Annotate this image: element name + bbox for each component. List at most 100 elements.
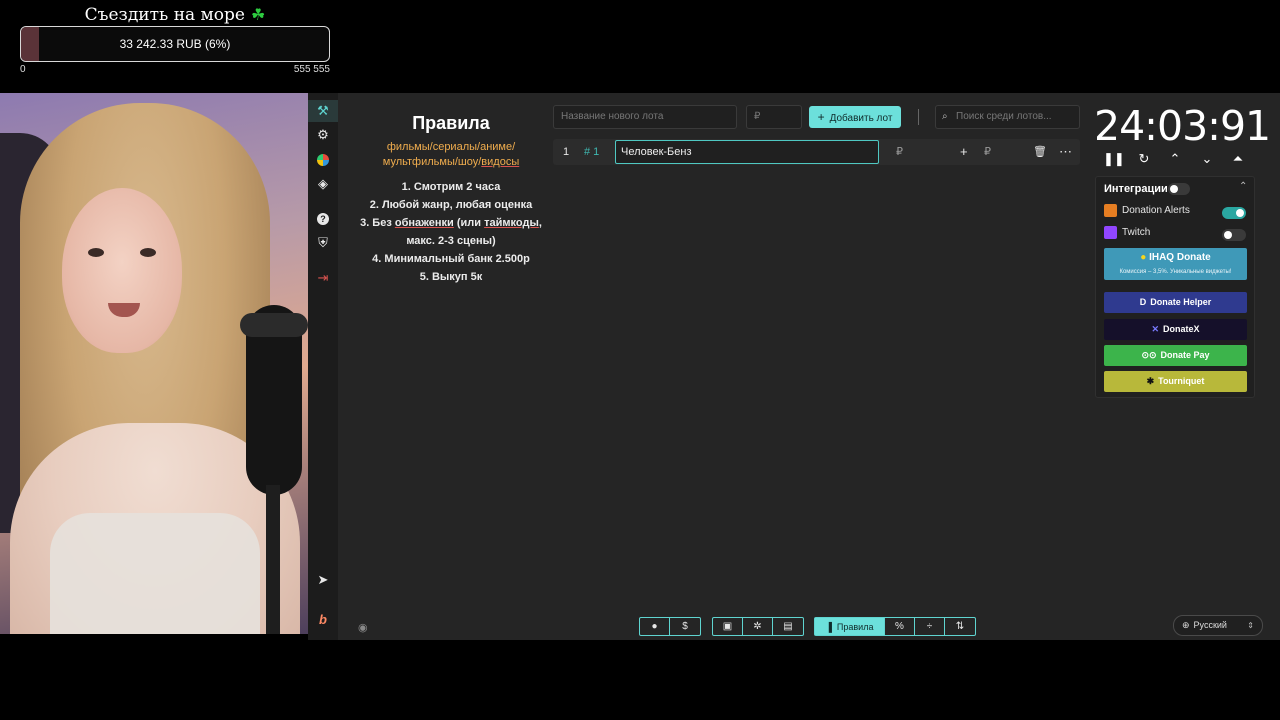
more-icon[interactable]: ⋯ bbox=[1059, 139, 1072, 165]
donatex-button[interactable]: ✕ DonateX bbox=[1104, 319, 1247, 340]
auction-app: ⚒ ⚙ ◈ ? ⛨ ⇥ ➤ b Правила фильмы/сериалы/а… bbox=[308, 93, 1280, 640]
toolbar-group-view: ▐ Правила % ÷ ⇅ bbox=[814, 617, 976, 636]
save-icon[interactable]: ▣ bbox=[713, 618, 743, 635]
goal-title-row: Съездить на море ☘ bbox=[20, 4, 330, 26]
lot-id: # 1 bbox=[584, 146, 600, 158]
stream-screen: Съездить на море ☘ 33 242.33 RUB (6%) 0 5… bbox=[0, 0, 1280, 720]
integrations-toggle[interactable] bbox=[1168, 183, 1190, 195]
chevron-down-icon[interactable]: ⌄ bbox=[1197, 150, 1217, 168]
rules-title: Правила bbox=[412, 113, 490, 133]
layers-icon[interactable]: ◈ bbox=[308, 173, 338, 195]
shield-icon[interactable]: ⛨ bbox=[308, 232, 338, 254]
reset-icon[interactable]: ↻ bbox=[1134, 150, 1154, 168]
pause-icon[interactable]: ❚❚ bbox=[1103, 150, 1125, 168]
wheel-icon[interactable] bbox=[308, 149, 338, 171]
select-arrows-icon: ⇕ bbox=[1247, 621, 1254, 630]
github-icon[interactable]: ● bbox=[640, 618, 670, 635]
service-label: Twitch bbox=[1122, 227, 1151, 238]
add-lot-label: Добавить лот bbox=[829, 113, 893, 124]
tourniquet-label: Tourniquet bbox=[1158, 376, 1205, 386]
twitch-toggle[interactable] bbox=[1222, 229, 1246, 241]
service-twitch: Twitch bbox=[1104, 226, 1150, 239]
add-lot-button[interactable]: + Добавить лот bbox=[809, 106, 901, 128]
ihaq-title: IHAQ Donate bbox=[1149, 252, 1211, 263]
lot-add-amount-input[interactable]: ₽ bbox=[984, 139, 991, 165]
eye-icon[interactable]: ◉ bbox=[358, 621, 368, 634]
left-eye bbox=[88, 248, 104, 257]
integrations-panel: Интеграции ⌃ Donation Alerts Twitch ● IH… bbox=[1095, 176, 1255, 398]
twitch-icon bbox=[1104, 226, 1117, 239]
plus-icon: + bbox=[817, 110, 825, 124]
add-amount-icon[interactable]: + bbox=[960, 139, 968, 165]
rule-item-part: 3. Без bbox=[360, 217, 395, 229]
rule-item: 4. Минимальный банк 2.500р bbox=[372, 253, 530, 265]
lot-search-placeholder: Поиск среди лотов... bbox=[956, 111, 1052, 122]
goal-title: Съездить на море bbox=[84, 5, 245, 25]
donate-helper-icon: D bbox=[1139, 297, 1147, 307]
toolbar-group-links: ● $ bbox=[639, 617, 701, 636]
rule-item-part: , bbox=[538, 217, 542, 229]
streamer-top bbox=[50, 513, 260, 634]
rules-tab-icon: ▐ bbox=[825, 621, 832, 632]
donation-alerts-icon bbox=[1104, 204, 1117, 217]
lot-search-input[interactable]: ⌕ Поиск среди лотов... bbox=[935, 105, 1080, 129]
boosty-icon[interactable]: b bbox=[308, 608, 338, 630]
rule-item: 1. Смотрим 2 часа bbox=[401, 181, 501, 193]
donate-helper-button[interactable]: D Donate Helper bbox=[1104, 292, 1247, 313]
donate-pay-icon: ⊙⊙ bbox=[1141, 350, 1157, 360]
bug-icon[interactable]: ✲ bbox=[743, 618, 773, 635]
lot-amount[interactable]: ₽ bbox=[896, 139, 903, 165]
right-eye bbox=[140, 248, 156, 257]
donation-alerts-toggle[interactable] bbox=[1222, 207, 1246, 219]
sort-icon[interactable]: ⇅ bbox=[945, 618, 975, 635]
language-value: Русский bbox=[1193, 620, 1227, 630]
language-select[interactable]: ⊕ Русский ⇕ bbox=[1173, 615, 1263, 636]
lot-index: 1 bbox=[563, 146, 570, 158]
double-chevron-up-icon[interactable]: ⏶ bbox=[1228, 150, 1248, 168]
ihaq-subtitle: Комиссия – 3,5%. Уникальные виджеты! bbox=[1119, 269, 1232, 275]
globe-icon: ⊕ bbox=[1182, 620, 1190, 630]
rule-item: 2. Любой жанр, любая оценка bbox=[369, 199, 533, 211]
goal-progress-bar: 33 242.33 RUB (6%) bbox=[20, 26, 330, 62]
ihaq-icon: ● bbox=[1140, 252, 1147, 263]
help-icon[interactable]: ? bbox=[308, 208, 338, 230]
history-icon[interactable]: ▤ bbox=[773, 618, 803, 635]
goal-scale-min: 0 bbox=[20, 64, 26, 75]
ihaq-title-row: ● IHAQ Donate bbox=[1104, 251, 1247, 265]
new-lot-amount-input[interactable]: ₽ bbox=[746, 105, 802, 129]
rule-item-part-underlined: обнаженки bbox=[394, 217, 454, 229]
sidebar: ⚒ ⚙ ◈ ? ⛨ ⇥ ➤ b bbox=[308, 93, 338, 640]
rule-item-part: (или bbox=[453, 217, 485, 229]
auction-icon[interactable]: ⚒ bbox=[308, 100, 338, 122]
rules-tab[interactable]: ▐ Правила bbox=[815, 618, 885, 635]
logout-icon[interactable]: ⇥ bbox=[308, 267, 338, 289]
rule-item-part-underlined: таймкоды bbox=[484, 217, 539, 229]
tourniquet-button[interactable]: ✱ Tourniquet bbox=[1104, 371, 1247, 392]
new-lot-name-input[interactable]: Название нового лота bbox=[553, 105, 737, 129]
rule-item: 3. Без обнаженки (или таймкоды, bbox=[360, 214, 542, 232]
dollar-icon[interactable]: $ bbox=[670, 618, 700, 635]
telegram-icon[interactable]: ➤ bbox=[308, 569, 338, 591]
divide-icon[interactable]: ÷ bbox=[915, 618, 945, 635]
webcam-feed bbox=[0, 93, 308, 634]
percent-button[interactable]: % bbox=[885, 618, 915, 635]
microphone-arm bbox=[266, 485, 280, 634]
delete-icon[interactable]: 🗑 bbox=[1033, 139, 1047, 165]
settings-icon[interactable]: ⚙ bbox=[308, 124, 338, 146]
streamer-face bbox=[62, 188, 182, 353]
rules-categories-underlined: видосы bbox=[481, 156, 520, 168]
donate-pay-button[interactable]: ⊙⊙ Donate Pay bbox=[1104, 345, 1247, 366]
ihaq-donate-button[interactable]: ● IHAQ Donate Комиссия – 3,5%. Уникальны… bbox=[1104, 248, 1247, 280]
collapse-icon[interactable]: ⌃ bbox=[1239, 181, 1247, 192]
microphone bbox=[236, 305, 308, 634]
tourniquet-icon: ✱ bbox=[1146, 376, 1155, 386]
wheel-icon-graphic bbox=[317, 154, 329, 166]
service-donation-alerts: Donation Alerts bbox=[1104, 204, 1190, 217]
service-label: Donation Alerts bbox=[1122, 205, 1190, 216]
lot-name-input[interactable]: Человек-Бенз bbox=[615, 140, 879, 164]
goal-scale-max: 555 555 bbox=[293, 64, 330, 75]
chevron-up-icon[interactable]: ⌃ bbox=[1165, 150, 1185, 168]
donatex-label: DonateX bbox=[1163, 324, 1200, 334]
rules-categories: фильмы/сериалы/аниме/мультфильмы/шоу/вид… bbox=[360, 140, 542, 170]
search-icon: ⌕ bbox=[942, 111, 948, 122]
